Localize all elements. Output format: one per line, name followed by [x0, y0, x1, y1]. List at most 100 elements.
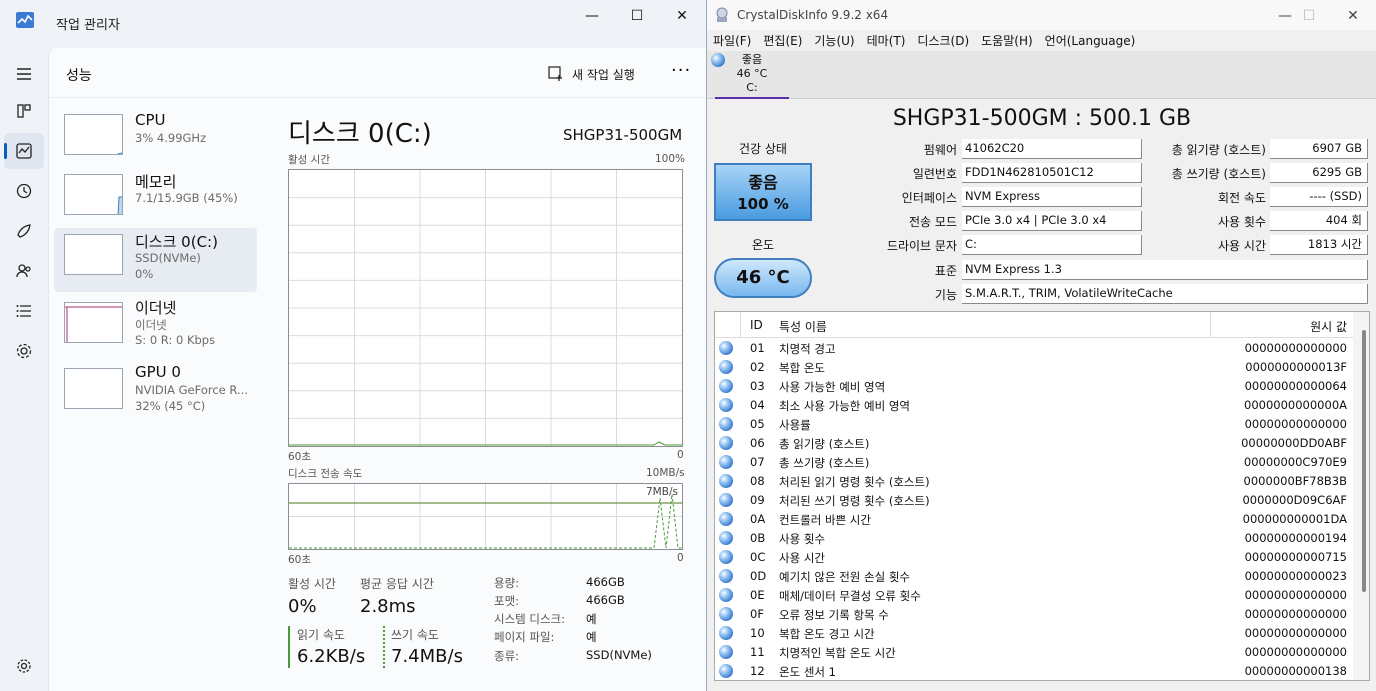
menu-edit[interactable]: 편집(E) [757, 31, 808, 51]
gpu-thumbnail-graph [64, 368, 123, 409]
task-manager-logo-icon [16, 12, 34, 28]
attribute-raw-value: 00000000000064 [1244, 379, 1347, 393]
attribute-raw-value: 00000000000138 [1244, 664, 1347, 678]
table-row[interactable]: 0B 사용 횟수 00000000000194 [715, 529, 1355, 548]
disk-title: 디스크 0(C:) [288, 119, 432, 149]
processes-icon[interactable] [4, 93, 44, 129]
device-name: CPU [135, 111, 166, 129]
memory-thumbnail-graph [64, 174, 123, 215]
device-name: 메모리 [135, 173, 177, 191]
health-status-label: 건강 상태 [739, 142, 787, 156]
disk-tab-c[interactable]: 좋음 46 °C C: [711, 53, 789, 99]
users-icon[interactable] [4, 253, 44, 289]
attribute-name: 총 쓰기량 (호스트) [779, 456, 870, 470]
status-good-icon [719, 341, 733, 355]
performance-icon[interactable] [4, 133, 44, 169]
cdi-maximize-button[interactable]: ☐ [1289, 4, 1329, 28]
attribute-id: 0A [750, 512, 766, 526]
table-row[interactable]: 0C 사용 시간 00000000000715 [715, 548, 1355, 567]
menu-theme[interactable]: 테마(T) [861, 31, 912, 51]
firmware-label: 펌웨어 [923, 143, 957, 157]
maximize-button[interactable]: ☐ [617, 4, 657, 28]
status-good-icon [719, 417, 733, 431]
attribute-name: 최소 사용 가능한 예비 영역 [779, 399, 911, 413]
temperature-indicator[interactable]: 46 °C [714, 258, 812, 298]
run-new-task-button[interactable]: 새 작업 실행 [548, 64, 635, 84]
table-row[interactable]: 0A 컨트롤러 바쁜 시간 000000000001DA [715, 510, 1355, 529]
table-row[interactable]: 01 치명적 경고 00000000000000 [715, 339, 1355, 358]
attribute-name: 치명적 경고 [779, 342, 836, 356]
device-gpu-0[interactable]: GPU 0 NVIDIA GeForce R... 32% (45 °C) [54, 360, 257, 424]
more-options-button[interactable]: ··· [671, 60, 691, 81]
new-task-icon [548, 66, 562, 81]
hamburger-menu-icon[interactable] [4, 56, 44, 92]
menu-function[interactable]: 기능(U) [808, 31, 860, 51]
device-disk-0[interactable]: 디스크 0(C:) SSD(NVMe) 0% [54, 228, 257, 292]
device-ethernet[interactable]: 이더넷 이더넷 S: 0 R: 0 Kbps [54, 294, 257, 358]
device-name: 이더넷 [135, 299, 177, 317]
total-host-reads-label: 총 읽기량 (호스트) [1171, 143, 1266, 157]
table-row[interactable]: 11 치명적인 복합 온도 시간 00000000000000 [715, 643, 1355, 662]
table-row[interactable]: 06 총 읽기량 (호스트) 00000000DD0ABF [715, 434, 1355, 453]
attribute-id: 09 [750, 493, 765, 507]
vertical-scrollbar[interactable] [1353, 312, 1369, 680]
attribute-raw-value: 000000000001DA [1242, 512, 1347, 526]
power-on-hours-label: 사용 시간 [1218, 239, 1266, 253]
table-row[interactable]: 04 최소 사용 가능한 예비 영역 0000000000000A [715, 396, 1355, 415]
rotation-rate-label: 회전 속도 [1218, 191, 1266, 205]
table-row[interactable]: 03 사용 가능한 예비 영역 00000000000064 [715, 377, 1355, 396]
column-divider [1210, 312, 1211, 338]
capacity-label: 용량: [494, 576, 520, 590]
attribute-id: 11 [750, 645, 765, 659]
table-row[interactable]: 08 처리된 읽기 명령 횟수 (호스트) 0000000BF78B3B [715, 472, 1355, 491]
smart-attributes-table: ID 특성 이름 원시 값 01 치명적 경고 00000000000000 02 복합… [714, 311, 1370, 681]
column-header-attribute-name[interactable]: 특성 이름 [779, 318, 827, 335]
interface-value: NVM Express [962, 187, 1142, 207]
attribute-raw-value: 00000000000000 [1244, 588, 1347, 602]
minimize-button[interactable]: — [572, 4, 612, 28]
column-header-raw-value[interactable]: 원시 값 [1310, 318, 1347, 335]
menu-disk[interactable]: 디스크(D) [911, 31, 975, 51]
health-percent: 100 % [737, 195, 789, 213]
table-row[interactable]: 05 사용률 00000000000000 [715, 415, 1355, 434]
attribute-id: 05 [750, 417, 765, 431]
write-speed-value: 7.4MB/s [391, 646, 463, 667]
table-row[interactable]: 0F 오류 정보 기록 항목 수 00000000000000 [715, 605, 1355, 624]
total-host-reads-value: 6907 GB [1270, 139, 1368, 159]
health-status-indicator[interactable]: 좋음 100 % [714, 163, 812, 221]
disk-model: SHGP31-500GM [563, 126, 683, 144]
table-row[interactable]: 0D 예기치 않은 전원 손실 횟수 00000000000023 [715, 567, 1355, 586]
read-speed-value: 6.2KB/s [297, 646, 366, 667]
active-time-value: 0% [288, 596, 317, 617]
table-row[interactable]: 0E 매체/데이터 무결성 오류 횟수 00000000000000 [715, 586, 1355, 605]
settings-gear-icon[interactable] [4, 648, 44, 684]
services-icon[interactable] [4, 333, 44, 369]
cdi-close-button[interactable]: ✕ [1333, 4, 1373, 28]
standard-value: NVM Express 1.3 [962, 260, 1368, 280]
total-host-writes-label: 총 쓰기량 (호스트) [1171, 167, 1266, 181]
device-memory[interactable]: 메모리 7.1/15.9GB (45%) [54, 168, 257, 232]
details-icon[interactable] [4, 293, 44, 329]
device-cpu[interactable]: CPU 3% 4.99GHz [54, 108, 257, 172]
table-row[interactable]: 09 처리된 쓰기 명령 횟수 (호스트) 0000000D09C6AF [715, 491, 1355, 510]
table-row[interactable]: 07 총 쓰기량 (호스트) 00000000C970E9 [715, 453, 1355, 472]
app-history-icon[interactable] [4, 173, 44, 209]
menu-language[interactable]: 언어(Language) [1039, 31, 1142, 51]
close-button[interactable]: ✕ [662, 4, 702, 28]
menu-file[interactable]: 파일(F) [707, 31, 757, 51]
page-title: 성능 [66, 68, 92, 84]
menu-help[interactable]: 도움말(H) [975, 31, 1039, 51]
attribute-raw-value: 0000000D09C6AF [1242, 493, 1347, 507]
task-manager-window: 작업 관리자 — ☐ ✕ 성능 새 작업 실행 ··· CPU 3% 4.99G… [0, 0, 707, 691]
table-header: ID 특성 이름 원시 값 [715, 312, 1355, 338]
attribute-id: 02 [750, 360, 765, 374]
startup-apps-icon[interactable] [4, 213, 44, 249]
avg-response-value: 2.8ms [360, 596, 416, 617]
attribute-id: 06 [750, 436, 765, 450]
column-header-id[interactable]: ID [750, 318, 763, 332]
status-good-icon [719, 512, 733, 526]
table-row[interactable]: 10 복합 온도 경고 시간 00000000000000 [715, 624, 1355, 643]
scrollbar-thumb[interactable] [1362, 330, 1366, 592]
table-row[interactable]: 12 온도 센서 1 00000000000138 [715, 662, 1355, 680]
table-row[interactable]: 02 복합 온도 0000000000013F [715, 358, 1355, 377]
